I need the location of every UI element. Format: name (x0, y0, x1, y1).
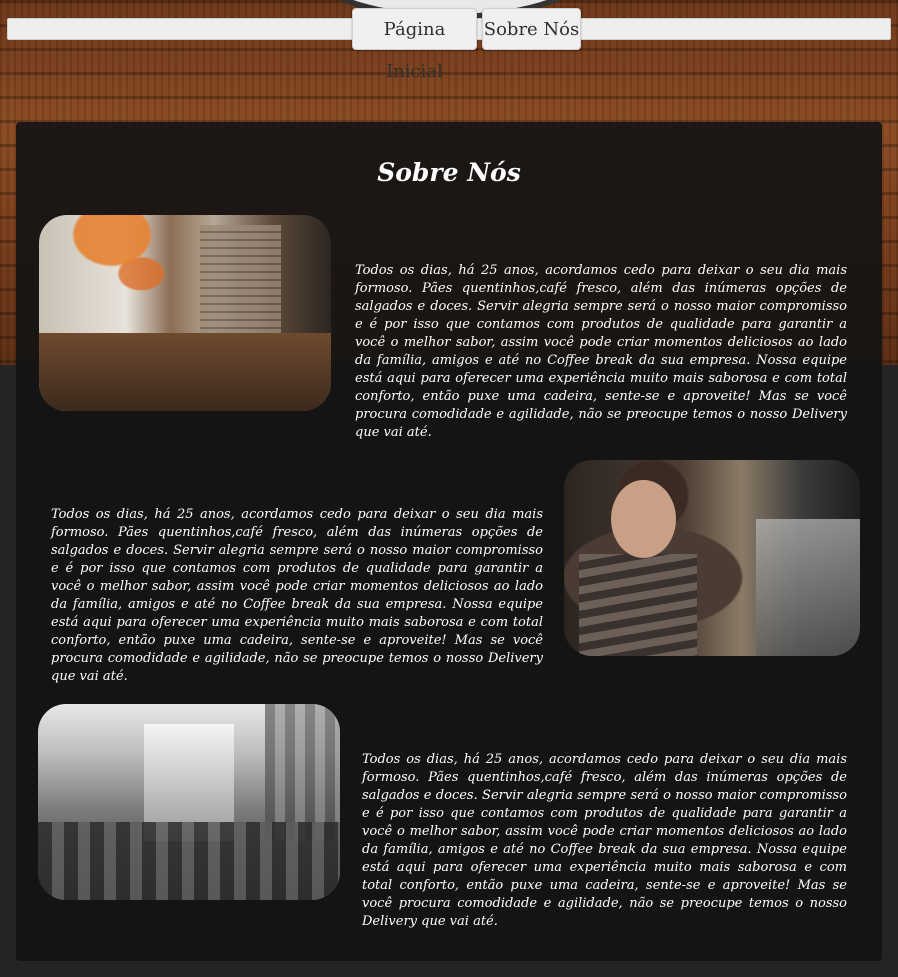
floor (39, 332, 331, 411)
barista-photo (564, 460, 860, 656)
wall-frames (264, 704, 340, 842)
cafe-hall-photo (38, 704, 340, 900)
about-panel: Sobre Nós Todos os dias, há 25 anos, aco… (16, 122, 882, 961)
about-paragraph-2: Todos os dias, há 25 anos, acordamos ced… (51, 507, 543, 684)
about-paragraph-1: Todos os dias, há 25 anos, acordamos ced… (355, 263, 847, 440)
barista-shirt (578, 554, 698, 656)
nav-home-button[interactable]: Página Inicial (352, 8, 477, 82)
nav-about-button[interactable]: Sobre Nós (482, 8, 581, 50)
cafe-interior-photo (39, 215, 331, 411)
section-title: Sobre Nós (377, 158, 521, 187)
barista-face (611, 479, 677, 558)
about-paragraph-3: Todos os dias, há 25 anos, acordamos ced… (362, 752, 847, 929)
tables-row (38, 821, 340, 900)
espresso-machine (756, 518, 860, 656)
